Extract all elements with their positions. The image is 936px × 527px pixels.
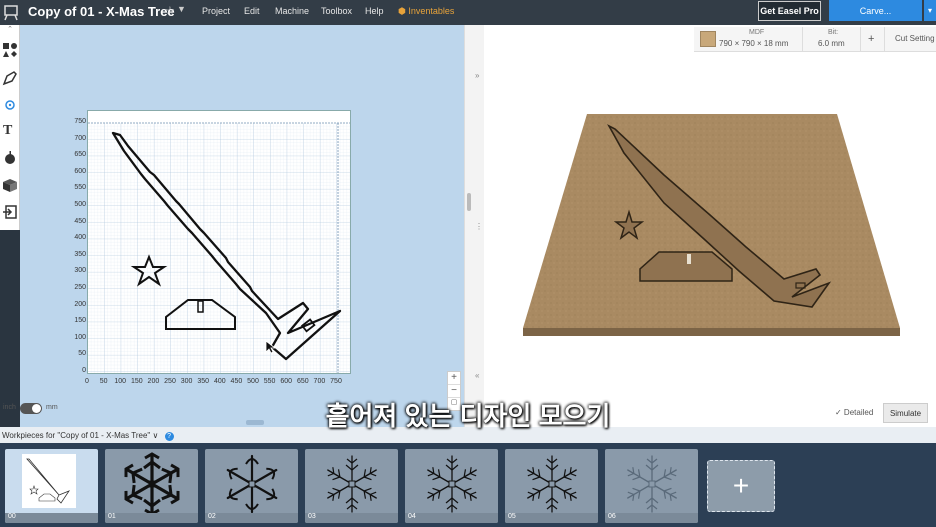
inventables-label: Inventables [408, 6, 455, 16]
workpiece-thumb-02[interactable]: 02 [205, 449, 298, 523]
material-size[interactable]: 790 × 790 × 18 mm [719, 39, 788, 48]
cut-settings-button[interactable]: Cut Setting [895, 34, 935, 43]
y-tick-label: 150 [74, 317, 86, 325]
y-tick-label: 750 [74, 118, 86, 125]
snowflake-thumbnail-4 [427, 455, 477, 513]
snowflake-thumbnail-2 [226, 454, 278, 514]
workpiece-label: 05 [505, 513, 598, 523]
shapes-icon[interactable] [2, 42, 18, 58]
help-icon[interactable]: ? [164, 432, 174, 441]
material-panel: MDF 790 × 790 × 18 mm Bit: 6.0 mm + Cut … [694, 27, 936, 52]
import-icon[interactable] [2, 204, 18, 220]
expand-right-icon[interactable]: » [475, 71, 479, 80]
workpiece-thumb-01[interactable]: 01 [105, 449, 198, 523]
workpiece-label: 04 [405, 513, 498, 523]
workpiece-label: 03 [305, 513, 398, 523]
material-swatch[interactable] [700, 31, 716, 47]
y-tick-label: 700 [74, 134, 86, 142]
workpiece-thumb-00[interactable]: 00 [5, 449, 98, 523]
carve-button[interactable]: Carve... [829, 0, 922, 21]
x-tick-label: 750 [330, 378, 342, 385]
workpiece-label: 06 [605, 513, 698, 523]
snowflake-thumbnail-6 [627, 455, 677, 513]
video-subtitle: 흩어져 있는 디자인 모으기 [325, 401, 611, 431]
board-preview [523, 114, 900, 336]
menu-project[interactable]: Project [202, 6, 230, 16]
easel-logo-icon[interactable] [3, 3, 19, 21]
workpiece-label: 02 [205, 513, 298, 523]
snowflake-thumbnail-1 [124, 452, 180, 516]
pen-tool-icon[interactable] [2, 70, 18, 86]
carve-options-chevron-icon[interactable]: ▾ [924, 0, 936, 21]
text-tool-icon[interactable]: T [3, 123, 12, 139]
menu-help[interactable]: Help [365, 6, 384, 16]
add-workpiece-button[interactable]: + [707, 460, 775, 512]
hexagon-icon: ⬢ [398, 6, 406, 16]
workpiece-thumb-03[interactable]: 03 [305, 449, 398, 523]
snowflake-thumbnail-3 [327, 455, 377, 513]
menu-machine[interactable]: Machine [275, 6, 309, 16]
chevron-down-icon[interactable]: ▼ [177, 4, 186, 14]
y-tick-label: 0 [82, 367, 86, 374]
get-easel-pro-button[interactable]: Get Easel Pro [758, 1, 821, 21]
snowflake-thumbnail-5 [527, 455, 577, 513]
drag-dots-icon[interactable]: ⋮ [475, 222, 483, 231]
y-tick-label: 550 [74, 184, 86, 192]
top-bar: Copy of 01 - X-Mas Tree ☆ ▼ Project Edit… [0, 0, 936, 25]
y-tick-label: 450 [74, 217, 86, 225]
y-tick-label: 350 [74, 250, 86, 258]
y-tick-label: 600 [74, 167, 86, 175]
y-tick-label: 50 [78, 350, 86, 358]
pane-divider[interactable]: » ⋮ « [464, 25, 484, 427]
collapse-chevron-icon[interactable]: ⌃ [0, 25, 20, 37]
y-tick-label: 500 [74, 201, 86, 208]
bit-label: Bit: [828, 29, 839, 36]
bit-value[interactable]: 6.0 mm [818, 39, 845, 48]
mouse-cursor-icon [265, 340, 277, 354]
workpiece-thumb-04[interactable]: 04 [405, 449, 498, 523]
resize-handle[interactable] [467, 193, 471, 211]
menu-toolbox[interactable]: Toolbox [321, 6, 352, 16]
y-tick-label: 250 [74, 284, 86, 291]
add-bit-button[interactable]: + [868, 33, 874, 45]
star-outline-icon[interactable]: ☆ [165, 4, 175, 17]
point-target-icon[interactable] [2, 97, 18, 113]
project-title[interactable]: Copy of 01 - X-Mas Tree [28, 4, 175, 19]
material-type: MDF [749, 29, 765, 36]
design-toolbar: ⌃ T [0, 25, 20, 230]
tree-thumbnail [22, 454, 76, 508]
y-tick-label: 650 [74, 151, 86, 159]
cutting-grid[interactable] [87, 110, 351, 374]
workpiece-label: 00 [5, 513, 98, 523]
workpiece-label: 01 [105, 513, 198, 523]
y-tick-label: 400 [74, 234, 86, 242]
menu-inventables[interactable]: ⬢ Inventables [398, 6, 454, 17]
grid-drawing [88, 122, 350, 373]
zoom-in-button[interactable]: + [448, 372, 460, 385]
y-tick-label: 200 [74, 300, 86, 308]
apple-icon[interactable] [2, 149, 18, 165]
3d-preview[interactable] [484, 25, 936, 427]
y-tick-label: 300 [74, 267, 86, 275]
menu-edit[interactable]: Edit [244, 6, 260, 16]
expand-left-icon[interactable]: « [475, 371, 479, 380]
y-tick-label: 100 [74, 333, 86, 341]
3d-box-icon[interactable] [2, 177, 18, 193]
workpiece-thumb-06[interactable]: 06 [605, 449, 698, 523]
workpiece-thumb-05[interactable]: 05 [505, 449, 598, 523]
